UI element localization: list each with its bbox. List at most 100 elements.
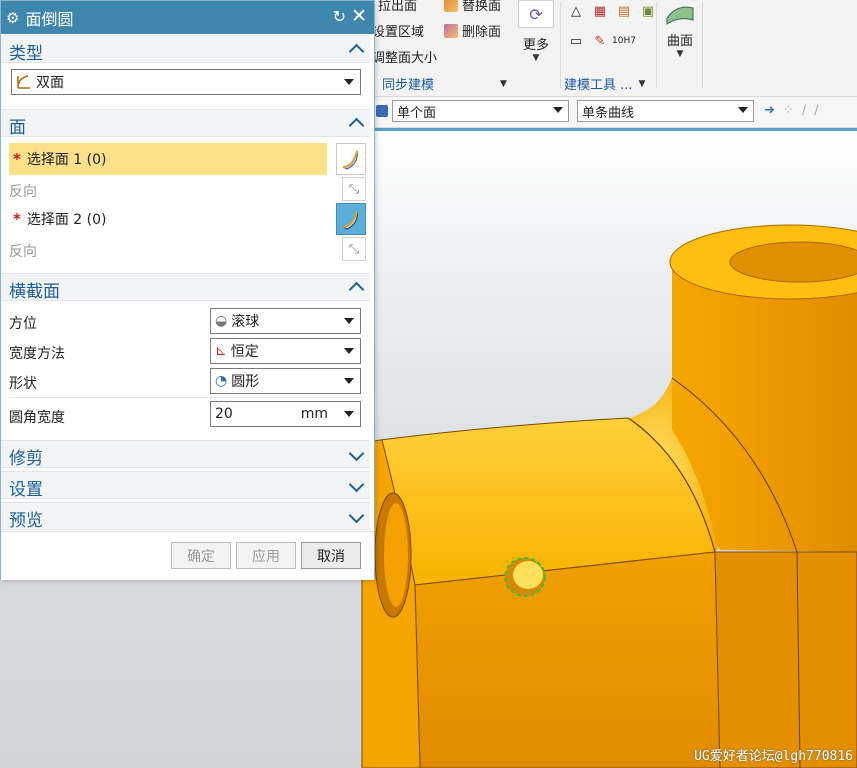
dialog-title: 面倒圆: [25, 9, 74, 29]
expand-icon[interactable]: [351, 475, 362, 494]
cube-icon: [376, 105, 388, 117]
group-modeling-tools[interactable]: 建模工具 ... ▼: [564, 74, 645, 93]
expand-icon[interactable]: [351, 444, 362, 463]
ribbon-replace-face[interactable]: 替换面: [444, 0, 501, 14]
reverse-2-label: 反向: [9, 244, 37, 260]
ribbon-pull-face[interactable]: 拉出面: [378, 0, 417, 14]
ribbon-pull-face-label: 拉出面: [378, 0, 418, 14]
expand-icon[interactable]: [351, 506, 362, 525]
collapse-icon[interactable]: [351, 39, 362, 61]
line-icon[interactable]: ∕: [802, 103, 806, 118]
chevron-down-icon: [344, 378, 354, 384]
section-face-header[interactable]: 面: [1, 109, 370, 138]
chevron-down-icon: [344, 348, 354, 354]
note-icon[interactable]: ▭: [567, 32, 585, 50]
reverse-direction-icon: ⤡: [348, 181, 360, 197]
chevron-down-icon: ▼: [638, 78, 646, 89]
snap-points-icon[interactable]: ⁘: [783, 103, 794, 118]
section-type-header[interactable]: 类型: [1, 35, 370, 64]
ribbon-replace-face-label: 替换面: [462, 0, 502, 14]
brush-icon[interactable]: ✎: [591, 32, 609, 50]
orientation-value: 滚球: [231, 314, 260, 330]
close-icon[interactable]: ✕: [351, 5, 367, 27]
reverse-2-button[interactable]: ⤡: [342, 237, 366, 261]
fit-icon[interactable]: 10H7: [612, 32, 636, 50]
curve-rule-select[interactable]: 单条曲线: [577, 100, 754, 122]
collapse-icon[interactable]: [351, 113, 362, 135]
type-select-value: 双面: [36, 75, 64, 91]
ribbon-delete-face-label: 删除面: [462, 25, 502, 40]
ribbon-set-region-label: 设置区域: [372, 25, 425, 40]
type-select[interactable]: 双面: [11, 69, 361, 95]
face-filter-value: 单个面: [397, 105, 437, 121]
reset-icon[interactable]: ↻: [333, 7, 346, 26]
ribbon-set-region[interactable]: 设置区域: [372, 21, 424, 40]
select-face-2-label: 选择面 2 (0): [26, 212, 107, 228]
rolling-ball-icon: ◒: [215, 313, 228, 329]
blend-width-value[interactable]: 20: [215, 406, 233, 422]
ribbon-resize-face-label: 调整面大小: [372, 51, 438, 66]
width-method-value: 恒定: [230, 344, 259, 360]
dialog-title-bar[interactable]: ⚙ 面倒圆 ↻ ✕: [1, 1, 374, 34]
select-face-1-button[interactable]: [336, 143, 366, 175]
chevron-down-icon: [344, 79, 354, 85]
more-button[interactable]: ⟳ 更多 ▼: [516, 0, 556, 70]
chevron-down-icon[interactable]: [344, 411, 354, 417]
reverse-1-label: 反向: [9, 184, 37, 200]
shape-select[interactable]: ◔ 圆形: [210, 368, 361, 394]
line-icon[interactable]: ∕: [814, 103, 818, 118]
ok-button[interactable]: 确定: [171, 542, 231, 569]
width-method-select[interactable]: ⊾ 恒定: [210, 338, 361, 364]
select-face-2-button[interactable]: [336, 203, 366, 235]
cancel-button[interactable]: 取消: [301, 542, 361, 569]
apply-button[interactable]: 应用: [236, 542, 296, 569]
section-type-label: 类型: [9, 44, 43, 64]
shape-value: 圆形: [231, 374, 260, 390]
refresh-icon: ⟳: [518, 0, 554, 28]
ribbon-resize-face[interactable]: 调整面大小: [372, 47, 437, 66]
section-preview-header[interactable]: 预览: [1, 502, 370, 531]
surface-button[interactable]: 曲面 ▼: [660, 0, 700, 70]
reverse-1-button[interactable]: ⤡: [342, 177, 366, 201]
delete-face-icon: [444, 23, 458, 38]
blend-width-unit: mm: [300, 406, 328, 422]
chevron-down-icon: ▼: [676, 49, 684, 59]
blend-width-input[interactable]: 20 mm: [210, 401, 361, 427]
group-modeling-tools-label: 建模工具 ...: [564, 78, 633, 93]
blend-width-label: 圆角宽度: [9, 410, 65, 426]
select-face-2-row[interactable]: * 选择面 2 (0): [9, 203, 327, 235]
chevron-down-icon: [738, 107, 748, 113]
table-icon[interactable]: ▦: [591, 2, 609, 20]
face-select-icon: [342, 210, 358, 230]
more-button-label: 更多: [522, 38, 549, 53]
section-cross-section-header[interactable]: 横截面: [1, 273, 370, 302]
required-asterisk-icon: *: [13, 150, 21, 168]
surface-button-label: 曲面: [666, 34, 693, 49]
arrow-right-icon[interactable]: ➜: [764, 103, 775, 118]
section-face-label: 面: [9, 118, 26, 138]
collapse-icon[interactable]: [351, 277, 362, 299]
watermark: UG爱好者论坛@lgh770816: [694, 749, 853, 764]
modeling-tools-row-1: △ ▦ ▤ ▣: [567, 2, 657, 20]
section-settings-header[interactable]: 设置: [1, 471, 370, 500]
sheet-icon[interactable]: ▣: [639, 2, 657, 20]
gear-icon[interactable]: ⚙: [6, 9, 19, 27]
required-asterisk-icon: *: [13, 210, 21, 228]
spreadsheet-icon[interactable]: ▤: [615, 2, 633, 20]
triangle-icon[interactable]: △: [567, 2, 585, 20]
width-method-label: 宽度方法: [9, 346, 65, 362]
group-sync-modeling[interactable]: 同步建模 ▼: [382, 74, 507, 93]
section-settings-label: 设置: [9, 480, 43, 500]
face-blend-dialog: ⚙ 面倒圆 ↻ ✕ 类型 双面 面 * 选择面 1 (0) 反向 ⤡ * 选择面…: [0, 0, 375, 580]
ribbon-delete-face[interactable]: 删除面: [444, 21, 501, 40]
chevron-down-icon: ▼: [532, 53, 540, 63]
select-face-1-row[interactable]: * 选择面 1 (0): [9, 143, 327, 175]
section-preview-label: 预览: [9, 511, 43, 531]
surface-icon: [666, 6, 694, 25]
face-filter-select[interactable]: 单个面: [392, 100, 569, 122]
divider: [9, 397, 364, 398]
orientation-select[interactable]: ◒ 滚球: [210, 308, 361, 334]
section-trim-header[interactable]: 修剪: [1, 440, 370, 469]
select-face-1-label: 选择面 1 (0): [26, 152, 107, 168]
dialog-footer: 确定 应用 取消: [1, 531, 374, 580]
